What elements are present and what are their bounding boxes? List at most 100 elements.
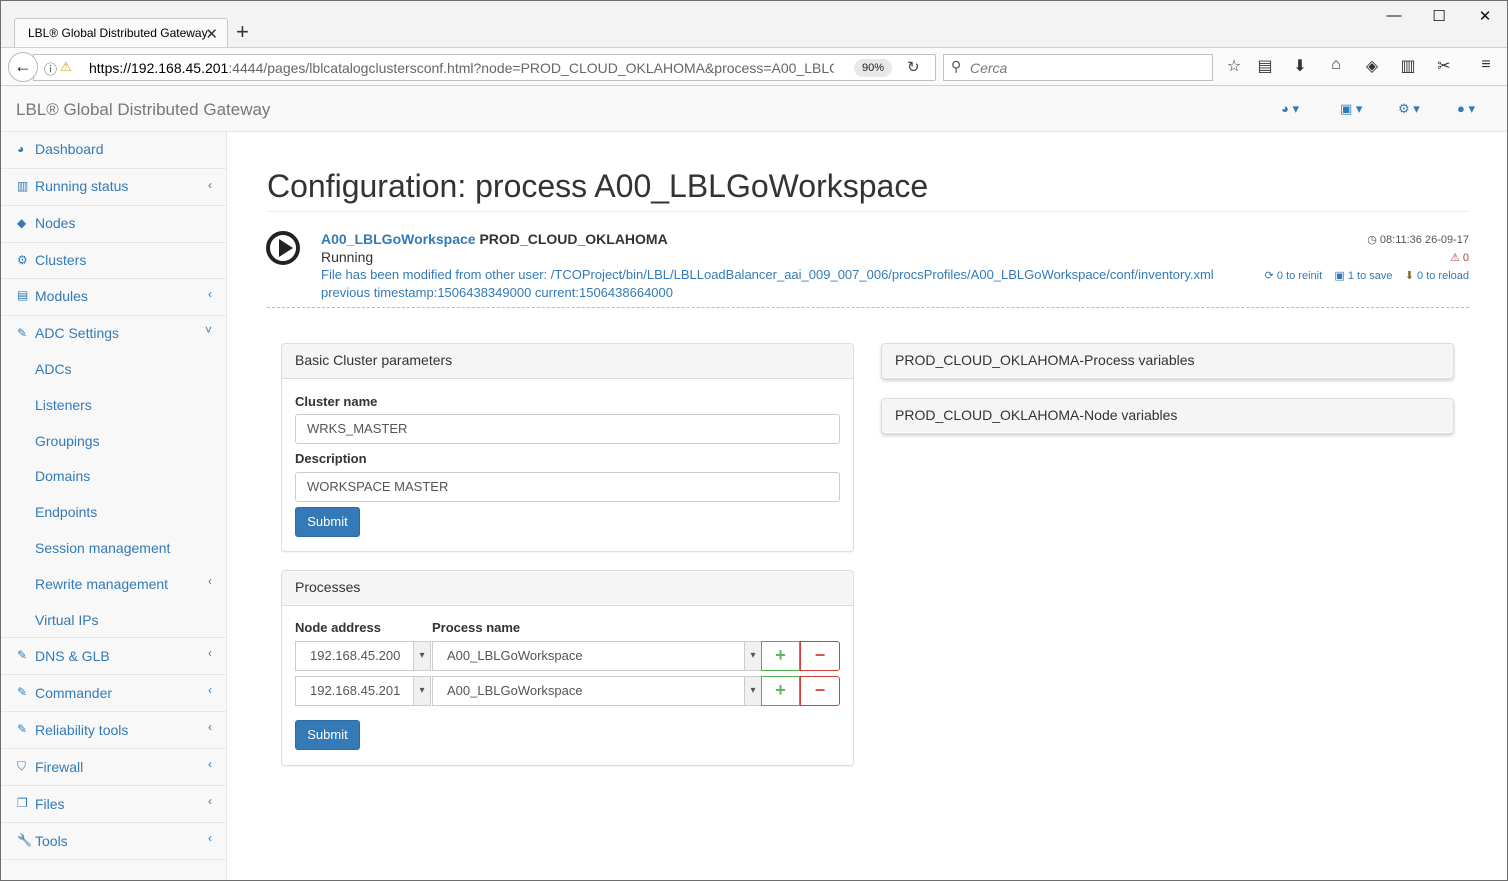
cluster-name-field[interactable]: WRKS_MASTER: [295, 414, 840, 444]
status-time: 08:11:36 26-09-17: [1379, 234, 1469, 246]
main-content: Configuration: process A00_LBLGoWorkspac…: [227, 132, 1507, 880]
new-tab-icon[interactable]: +: [236, 19, 249, 45]
refresh-icon: ⟳: [1264, 270, 1274, 282]
sidebar-item-tools[interactable]: 🔧 Tools ‹: [1, 823, 226, 860]
sidebar-item-files[interactable]: ❐ Files ‹: [1, 786, 226, 823]
bar-chart-icon: ▥: [17, 179, 29, 193]
home-icon[interactable]: ⌂: [1325, 56, 1347, 74]
sidebar-subitem-listeners[interactable]: Listeners: [35, 397, 92, 413]
sidebar-item-dns-glb[interactable]: ✎ DNS & GLB ‹: [1, 638, 226, 675]
page-title: Configuration: process A00_LBLGoWorkspac…: [267, 168, 929, 204]
remove-row-button[interactable]: −: [800, 676, 840, 706]
sidebar-subitem-endpoints[interactable]: Endpoints: [35, 504, 97, 520]
process-variables-panel[interactable]: PROD_CLOUD_OKLAHOMA-Process variables: [881, 343, 1454, 379]
browser-window: LBL® Global Distributed Gateway ✕ + — ☐ …: [0, 0, 1508, 881]
search-icon: ⚲: [951, 58, 962, 74]
sidebar-item-modules[interactable]: ▤ Modules ‹: [1, 279, 226, 316]
tab-bar: LBL® Global Distributed Gateway ✕ + — ☐ …: [1, 1, 1507, 47]
cluster-name-label: Cluster name: [295, 394, 378, 409]
save-link[interactable]: ▣ 1 to save: [1334, 270, 1392, 282]
sidebar-subitem-session-management[interactable]: Session management: [35, 540, 170, 556]
app-brand[interactable]: LBL® Global Distributed Gateway: [16, 100, 270, 120]
node-address-select[interactable]: 192.168.45.201 ▾: [295, 676, 431, 706]
node-address-select[interactable]: 192.168.45.200 ▾: [295, 641, 431, 671]
sidebar-item-adc-settings[interactable]: ✎ ADC Settings ˅ ADCs Listeners Groupings …: [1, 316, 226, 638]
sidebar-item-running-status[interactable]: ▥ Running status ‹: [1, 169, 226, 206]
save-menu-icon[interactable]: ▣ ▾: [1340, 101, 1362, 117]
edit-icon: ✎: [17, 722, 28, 736]
minimize-icon[interactable]: —: [1383, 7, 1405, 24]
chevron-down-icon: ˅: [204, 323, 212, 337]
edit-icon: ✎: [17, 685, 28, 699]
maximize-icon[interactable]: ☐: [1428, 7, 1450, 25]
basic-cluster-panel-title: Basic Cluster parameters: [282, 344, 853, 379]
warning-icon: ⚠: [1449, 252, 1460, 264]
app-header: LBL® Global Distributed Gateway ◕ ▾ ▣ ▾ …: [1, 86, 1507, 132]
process-name-select[interactable]: A00_LBLGoWorkspace ▾: [432, 641, 762, 671]
url-text[interactable]: https://192.168.45.201:4444/pages/lblcat…: [89, 60, 834, 76]
chevron-left-icon: ‹: [208, 831, 212, 845]
zoom-level[interactable]: 90%: [854, 59, 892, 77]
save-icon: ▣: [1334, 270, 1345, 282]
reading-list-icon[interactable]: ▤: [1254, 56, 1276, 76]
processes-submit-button[interactable]: Submit: [295, 720, 360, 750]
reload-icon[interactable]: ↻: [907, 58, 920, 76]
extension-icon[interactable]: ▥: [1397, 56, 1419, 76]
user-menu-icon[interactable]: ● ▾: [1457, 101, 1475, 117]
reload-link[interactable]: ⬇ 0 to reload: [1405, 270, 1469, 282]
description-field[interactable]: WORKSPACE MASTER: [295, 472, 840, 502]
list-icon: ▤: [17, 288, 29, 302]
sidebar-subitem-rewrite-management[interactable]: Rewrite management: [35, 576, 168, 592]
process-state: Running: [321, 249, 374, 265]
chevron-left-icon: ‹: [208, 794, 212, 808]
sidebar-item-firewall[interactable]: ⛉ Firewall ‹: [1, 749, 226, 786]
sidebar-item-reliability-tools[interactable]: ✎ Reliability tools ‹: [1, 712, 226, 749]
process-variables-title[interactable]: PROD_CLOUD_OKLAHOMA-Process variables: [882, 344, 1453, 377]
node-variables-panel[interactable]: PROD_CLOUD_OKLAHOMA-Node variables: [881, 398, 1454, 434]
add-row-button[interactable]: +: [761, 676, 800, 706]
sidebar-item-commander[interactable]: ✎ Commander ‹: [1, 675, 226, 712]
settings-menu-icon[interactable]: ⚙ ▾: [1398, 101, 1420, 117]
back-icon[interactable]: ←: [8, 52, 38, 82]
timestamps-message: previous timestamp:1506438349000 current…: [321, 285, 673, 300]
url-bar[interactable]: ⓘ ⚠ https://192.168.45.201:4444/pages/lb…: [33, 54, 936, 81]
browser-tab[interactable]: LBL® Global Distributed Gateway ✕: [14, 18, 228, 47]
sidebar-subitem-adcs[interactable]: ADCs: [35, 361, 72, 377]
sidebar-item-clusters[interactable]: ⚙ Clusters: [1, 243, 226, 279]
close-window-icon[interactable]: ✕: [1474, 7, 1496, 25]
process-link[interactable]: A00_LBLGoWorkspace: [321, 231, 476, 247]
reinit-link[interactable]: ⟳ 0 to reinit: [1265, 270, 1323, 282]
basic-submit-button[interactable]: Submit: [295, 507, 360, 537]
title-divider: [267, 211, 1469, 212]
sidebar-item-nodes[interactable]: ◆ Nodes: [1, 206, 226, 243]
menu-icon[interactable]: ≡: [1475, 56, 1497, 74]
node-name: PROD_CLOUD_OKLAHOMA: [479, 231, 668, 247]
play-icon[interactable]: [266, 231, 300, 265]
sidebar-subitem-domains[interactable]: Domains: [35, 468, 90, 484]
info-icon[interactable]: ⓘ: [44, 59, 57, 78]
search-placeholder: Cerca: [970, 60, 1008, 76]
close-tab-icon[interactable]: ✕: [205, 25, 218, 43]
dashboard-menu-icon[interactable]: ◕ ▾: [1281, 101, 1299, 117]
sidebar-subitem-groupings[interactable]: Groupings: [35, 433, 100, 449]
remove-row-button[interactable]: −: [800, 641, 840, 671]
screenshot-icon[interactable]: ✂: [1433, 56, 1455, 76]
processes-panel: Processes Node address Process name 192.…: [281, 570, 854, 766]
warning-count: 0: [1462, 252, 1469, 264]
pocket-icon[interactable]: ◈: [1361, 56, 1383, 76]
cogs-icon: ⚙: [17, 253, 28, 267]
sidebar-item-dashboard[interactable]: ◕ Dashboard: [1, 132, 226, 169]
sidebar: ◕ Dashboard ▥ Running status ‹ ◆ Nodes ⚙ Clus…: [1, 132, 227, 880]
shield-icon: ⛉: [17, 759, 27, 773]
node-variables-title[interactable]: PROD_CLOUD_OKLAHOMA-Node variables: [882, 399, 1453, 432]
download-icon[interactable]: ⬇: [1289, 56, 1311, 76]
lock-warning-icon[interactable]: ⚠: [60, 59, 72, 75]
add-row-button[interactable]: +: [761, 641, 800, 671]
cube-icon: ◆: [17, 216, 27, 230]
bookmark-star-icon[interactable]: ☆: [1223, 56, 1245, 76]
process-name-select[interactable]: A00_LBLGoWorkspace ▾: [432, 676, 762, 706]
process-name-header: Process name: [432, 620, 521, 635]
search-input[interactable]: ⚲ Cerca: [943, 54, 1213, 81]
sidebar-subitem-virtual-ips[interactable]: Virtual IPs: [35, 612, 99, 628]
chevron-down-icon: ▾: [744, 642, 761, 670]
